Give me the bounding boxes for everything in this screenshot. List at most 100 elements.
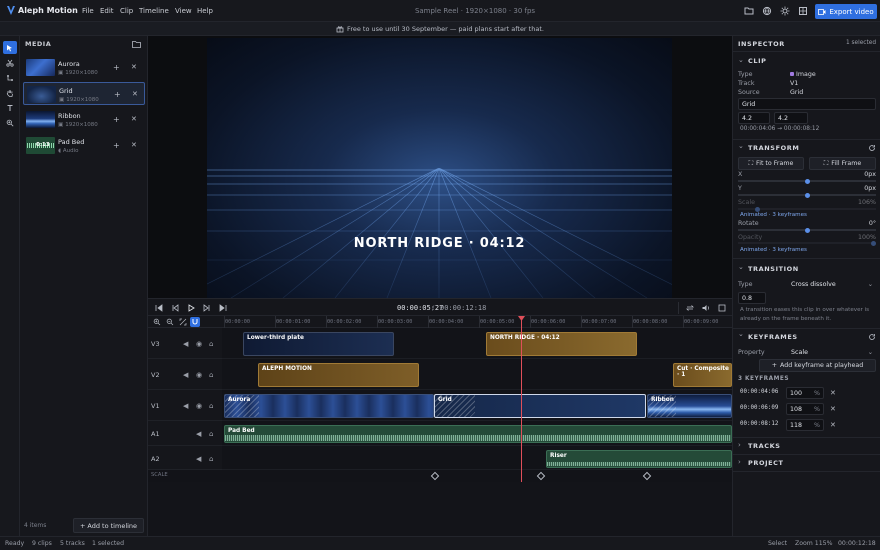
menu-timeline[interactable]: Timeline [139, 7, 169, 15]
clip-name-field[interactable]: Grid [738, 98, 876, 110]
go-to-end-icon[interactable] [218, 303, 228, 313]
chevron-down-icon[interactable]: ⌄ [738, 330, 744, 338]
mute-icon[interactable]: ◀ [183, 371, 191, 379]
keyframe-row[interactable]: 00:00:04:06 100% ✕ [733, 386, 880, 401]
remove-icon[interactable]: ✕ [131, 63, 137, 71]
menu-edit[interactable]: Edit [100, 7, 114, 15]
keyframe-row[interactable]: 00:00:06:09 108% ✕ [733, 402, 880, 417]
transition-duration-field[interactable]: 0.8 [738, 292, 766, 304]
step-forward-icon[interactable] [202, 303, 212, 313]
clip-out-field[interactable]: 4.2 [774, 112, 808, 124]
keyframe-value-field[interactable]: 118% [786, 419, 824, 431]
chevron-right-icon[interactable]: › [738, 441, 741, 449]
globe-icon[interactable] [762, 6, 772, 16]
project-section-title[interactable]: PROJECT [748, 459, 784, 467]
chevron-down-icon[interactable]: ⌄ [738, 56, 744, 64]
scale-slider-knob[interactable] [755, 206, 760, 212]
remove-icon[interactable]: ✕ [131, 115, 137, 123]
x-slider-knob[interactable] [805, 178, 810, 184]
menu-view[interactable]: View [175, 7, 192, 15]
media-item-ribbon[interactable]: Ribbon ▣ 1920×1080 + ✕ [23, 108, 145, 131]
add-icon[interactable]: + [113, 63, 120, 72]
eye-icon[interactable]: ◉ [196, 371, 204, 379]
keyframe-row[interactable]: 00:00:08:12 118% ✕ [733, 418, 880, 433]
y-slider[interactable] [738, 192, 876, 198]
speaker-icon[interactable]: ◀ [196, 455, 204, 463]
add-to-timeline-button[interactable]: + Add to timeline [73, 518, 144, 533]
lock-icon[interactable]: ⌂ [209, 371, 217, 379]
step-back-icon[interactable] [170, 303, 180, 313]
lock-icon[interactable]: ⌂ [209, 455, 217, 463]
chevron-down-icon[interactable]: ⌄ [738, 142, 744, 150]
speaker-icon[interactable]: ◀ [196, 430, 204, 438]
keyframe-property-select[interactable]: Scale ⌄ [788, 346, 876, 358]
scale-slider[interactable] [738, 206, 876, 212]
remove-icon[interactable]: ✕ [131, 141, 137, 149]
reset-icon[interactable] [868, 333, 876, 341]
clip-riser[interactable]: Riser [546, 450, 732, 468]
select-tool[interactable] [3, 41, 17, 54]
snap-toggle[interactable] [190, 317, 200, 327]
add-icon[interactable]: + [113, 141, 120, 150]
add-keyframe-button[interactable]: + Add keyframe at playhead [759, 359, 876, 372]
zoom-tool[interactable] [3, 116, 17, 129]
x-slider[interactable] [738, 178, 876, 184]
chevron-down-icon[interactable]: ⌄ [738, 263, 744, 271]
keyframe-value-field[interactable]: 100% [786, 387, 824, 399]
keyframe-value-field[interactable]: 108% [786, 403, 824, 415]
fullscreen-icon[interactable] [717, 303, 727, 313]
delete-keyframe-icon[interactable]: ✕ [830, 421, 836, 429]
eye-icon[interactable]: ◉ [196, 402, 204, 410]
opacity-slider-knob[interactable] [871, 240, 876, 246]
add-icon[interactable]: + [114, 90, 121, 99]
clip-grid-selected[interactable]: Grid [434, 394, 646, 418]
delete-keyframe-icon[interactable]: ✕ [830, 405, 836, 413]
playhead[interactable] [521, 316, 522, 482]
clip-pad-bed[interactable]: Pad Bed [224, 425, 732, 443]
menu-help[interactable]: Help [197, 7, 213, 15]
y-slider-knob[interactable] [805, 192, 810, 198]
tracks-section-title[interactable]: TRACKS [748, 442, 781, 450]
layout-grid-icon[interactable] [798, 6, 808, 16]
lock-icon[interactable]: ⌂ [209, 430, 217, 438]
add-icon[interactable]: + [113, 115, 120, 124]
export-video-button[interactable]: Export video [815, 4, 877, 19]
lock-icon[interactable]: ⌂ [209, 402, 217, 410]
loop-icon[interactable] [685, 303, 695, 313]
chevron-right-icon[interactable]: › [738, 458, 741, 466]
clip-section-title[interactable]: CLIP [748, 57, 767, 65]
opacity-slider[interactable] [738, 240, 876, 246]
import-folder-icon[interactable] [132, 40, 141, 48]
fit-timeline-icon[interactable] [179, 318, 187, 326]
mute-icon[interactable]: ◀ [183, 340, 191, 348]
lock-icon[interactable]: ⌂ [209, 340, 217, 348]
timeline-ruler[interactable]: 00:00:00 00:00:01:00 00:00:02:00 00:00:03:0… [222, 316, 732, 328]
preview-canvas[interactable]: NORTH RIDGE · 04:12 [207, 38, 672, 298]
transition-type-select[interactable]: Cross dissolve ⌄ [788, 278, 876, 290]
keyframe-marker[interactable] [536, 471, 546, 481]
delete-keyframe-icon[interactable]: ✕ [830, 389, 836, 397]
clip-aleph-motion[interactable]: ALEPH MOTION [258, 363, 419, 387]
text-tool[interactable] [3, 101, 17, 114]
razor-tool[interactable] [3, 56, 17, 69]
go-to-start-icon[interactable] [154, 303, 164, 313]
volume-icon[interactable] [701, 303, 711, 313]
rotate-slider[interactable] [738, 227, 876, 233]
zoom-in-icon[interactable] [153, 318, 161, 326]
keyframes-section-title[interactable]: KEYFRAMES [748, 333, 798, 341]
clip-lower-third-plate[interactable]: Lower-third plate [243, 332, 394, 356]
media-item-grid[interactable]: Grid ▣ 1920×1080 + ✕ [23, 82, 145, 105]
hand-tool[interactable] [3, 86, 17, 99]
eye-icon[interactable]: ◉ [196, 340, 204, 348]
menu-clip[interactable]: Clip [120, 7, 133, 15]
folder-icon[interactable] [744, 6, 754, 16]
transition-section-title[interactable]: TRANSITION [748, 265, 799, 273]
transform-section-title[interactable]: TRANSFORM [748, 144, 799, 152]
fit-to-frame-button[interactable]: ⛶ Fit to Frame [738, 157, 804, 170]
menu-file[interactable]: File [82, 7, 94, 15]
clip-north-ridge-title[interactable]: NORTH RIDGE · 04:12 [486, 332, 637, 356]
clip-in-field[interactable]: 4.2 [738, 112, 770, 124]
clip-aurora[interactable]: Aurora [224, 394, 434, 418]
zoom-out-icon[interactable] [166, 318, 174, 326]
mute-icon[interactable]: ◀ [183, 402, 191, 410]
